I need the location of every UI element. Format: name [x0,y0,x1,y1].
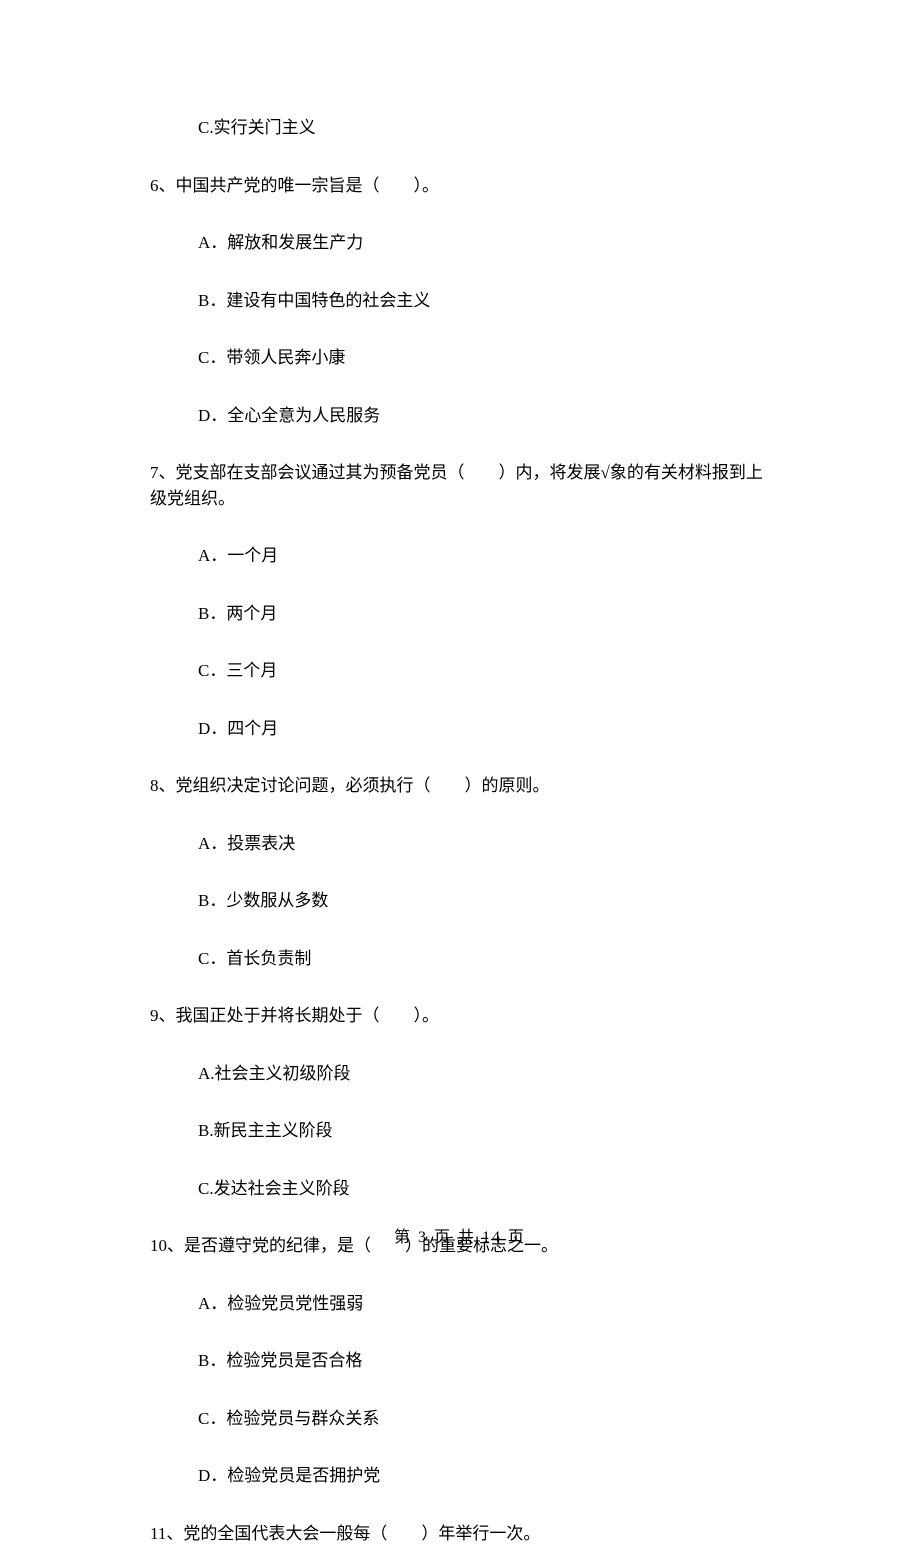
question-11: 11、党的全国代表大会一般每（ ）年举行一次。 [150,1521,775,1546]
question-8-option-a: A．投票表决 [150,831,775,857]
question-7-option-d: D．四个月 [150,716,775,742]
question-8-text: 8、党组织决定讨论问题，必须执行（ ）的原则。 [150,773,775,799]
question-6-option-d: D．全心全意为人民服务 [150,403,775,429]
question-8: 8、党组织决定讨论问题，必须执行（ ）的原则。 A．投票表决 B．少数服从多数 … [150,773,775,971]
question-6-text: 6、中国共产党的唯一宗旨是（ ）。 [150,173,775,199]
question-10-option-b: B．检验党员是否合格 [150,1348,775,1374]
question-9-option-b: B.新民主主义阶段 [150,1118,775,1144]
question-6-option-a: A．解放和发展生产力 [150,230,775,256]
page-footer: 第 3 页 共 14 页 [0,1226,920,1250]
question-10-option-a: A．检验党员党性强弱 [150,1291,775,1317]
question-6: 6、中国共产党的唯一宗旨是（ ）。 A．解放和发展生产力 B．建设有中国特色的社… [150,173,775,429]
question-10: 10、是否遵守党的纪律，是（ ）的重要标志之一。 A．检验党员党性强弱 B．检验… [150,1233,775,1489]
question-9-text: 9、我国正处于并将长期处于（ ）。 [150,1003,775,1029]
question-6-option-c: C．带领人民奔小康 [150,345,775,371]
question-9: 9、我国正处于并将长期处于（ ）。 A.社会主义初级阶段 B.新民主主义阶段 C… [150,1003,775,1201]
question-6-option-b: B．建设有中国特色的社会主义 [150,288,775,314]
question-10-option-c: C．检验党员与群众关系 [150,1406,775,1432]
question-9-option-c: C.发达社会主义阶段 [150,1176,775,1202]
question-8-option-c: C．首长负责制 [150,946,775,972]
question-7-option-a: A．一个月 [150,543,775,569]
question-8-option-b: B．少数服从多数 [150,888,775,914]
question-7-text: 7、党支部在支部会议通过其为预备党员（ ）内，将发展√象的有关材料报到上级党组织… [150,460,775,511]
question-7-option-b: B．两个月 [150,601,775,627]
question-7: 7、党支部在支部会议通过其为预备党员（ ）内，将发展√象的有关材料报到上级党组织… [150,460,775,741]
prev-question-option-c: C.实行关门主义 [150,115,775,141]
question-10-option-d: D．检验党员是否拥护党 [150,1463,775,1489]
question-7-option-c: C．三个月 [150,658,775,684]
question-11-text: 11、党的全国代表大会一般每（ ）年举行一次。 [150,1521,775,1546]
question-9-option-a: A.社会主义初级阶段 [150,1061,775,1087]
